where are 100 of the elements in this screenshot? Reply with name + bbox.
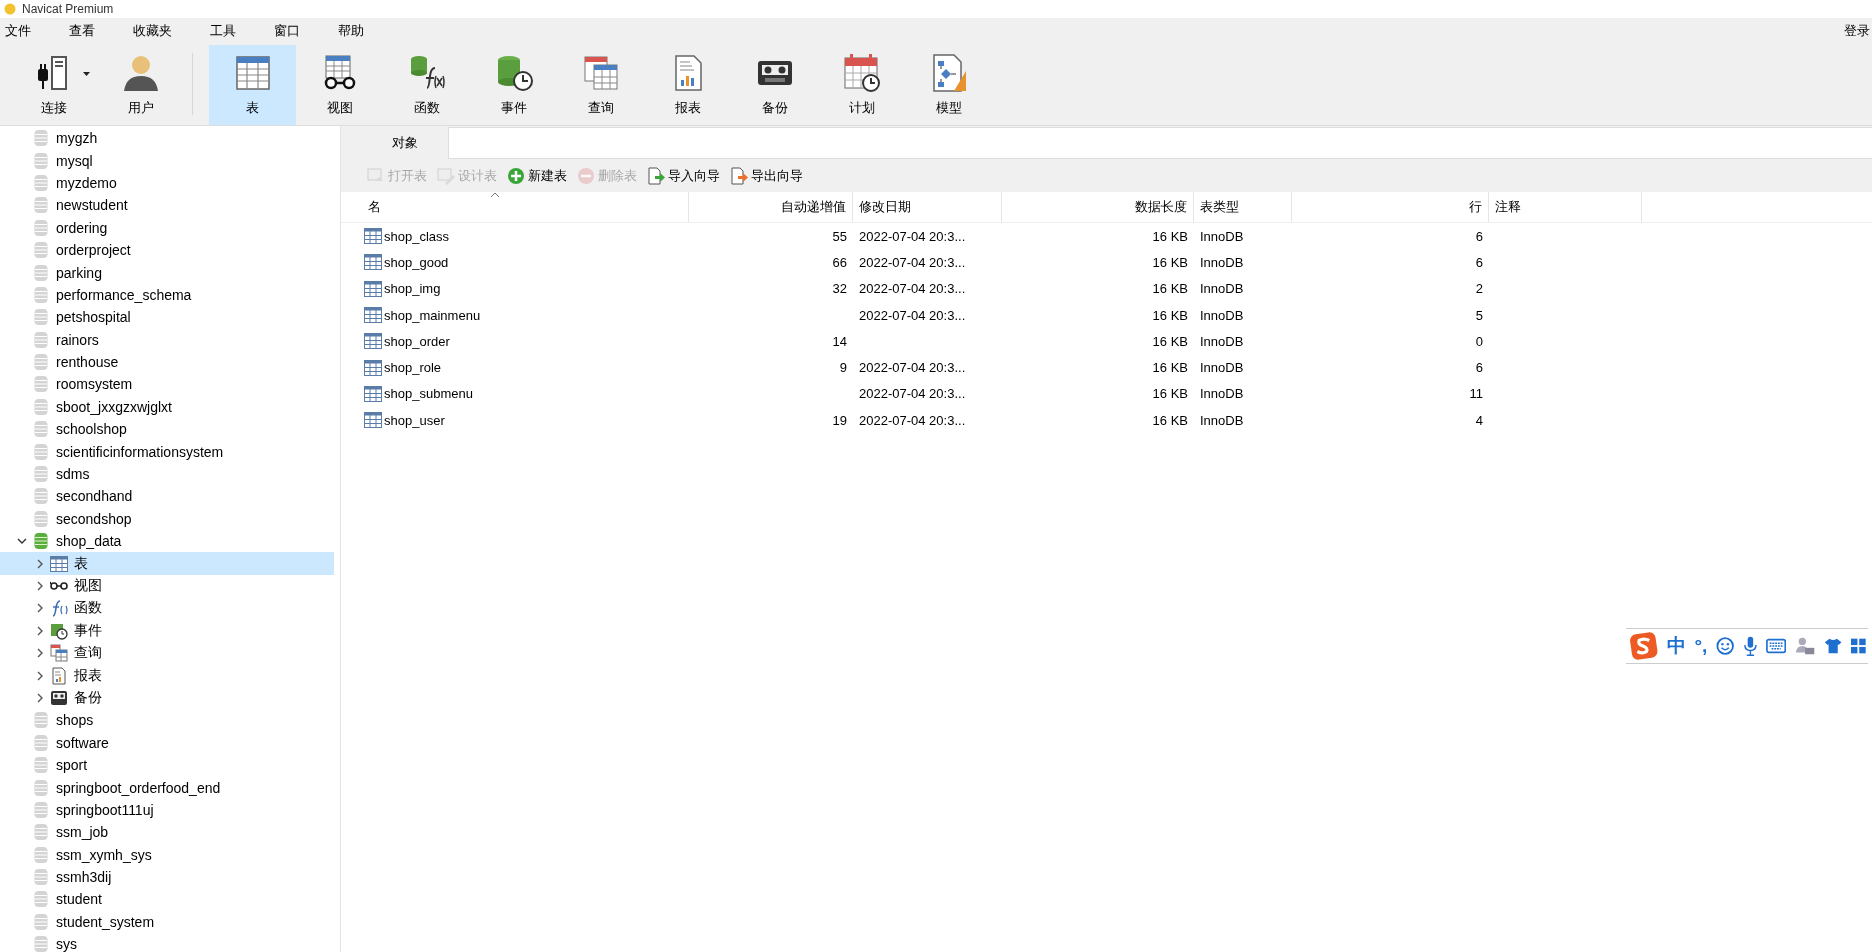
- tree-item[interactable]: 视图: [74, 577, 102, 595]
- toolbar-button[interactable]: 模型: [905, 45, 992, 125]
- tree-item[interactable]: mygzh: [56, 130, 98, 147]
- table-cell: 11: [1469, 386, 1483, 402]
- selected-row-highlight[interactable]: 表: [0, 552, 334, 575]
- tree-item[interactable]: 表: [74, 554, 88, 573]
- toolbar-button[interactable]: 用户: [97, 45, 184, 125]
- toolbar-button[interactable]: 连接: [10, 45, 97, 125]
- toolbar-button[interactable]: 新建表: [505, 164, 569, 187]
- toolbar-button[interactable]: 报表: [644, 45, 731, 125]
- ime-logo-icon[interactable]: [1630, 631, 1658, 661]
- table-name[interactable]: shop_class: [384, 228, 450, 244]
- toolbar-button[interactable]: 导入向导: [645, 164, 722, 187]
- tree-item[interactable]: 查询: [74, 644, 102, 663]
- tree-item[interactable]: springboot111uj: [56, 801, 154, 818]
- table-name[interactable]: shop_user: [384, 412, 445, 428]
- tree-item[interactable]: petshospital: [56, 309, 131, 326]
- tree-item[interactable]: ssmh3dij: [56, 869, 112, 886]
- tree-item[interactable]: myzdemo: [56, 174, 117, 191]
- shirt-icon[interactable]: [1823, 637, 1843, 655]
- tree-item[interactable]: 报表: [74, 666, 102, 685]
- menu-item[interactable]: 帮助: [333, 21, 369, 40]
- tree-item[interactable]: renthouse: [56, 354, 119, 371]
- add-icon: [507, 166, 525, 185]
- chevron-right-icon[interactable]: [35, 669, 45, 682]
- punctuation-toggle[interactable]: °,: [1694, 635, 1708, 657]
- table-name[interactable]: shop_role: [384, 360, 442, 376]
- column-header[interactable]: 名: [362, 192, 689, 222]
- tree-item[interactable]: student: [56, 891, 102, 908]
- menu-item[interactable]: 文件: [0, 21, 36, 40]
- tree-item[interactable]: performance_schema: [56, 286, 192, 303]
- tree-item[interactable]: schoolshop: [56, 421, 127, 438]
- toolbar-button[interactable]: 计划: [818, 45, 905, 125]
- column-header[interactable]: 表类型: [1194, 192, 1292, 222]
- tree-item[interactable]: parking: [56, 264, 102, 281]
- keyboard-icon[interactable]: [1765, 638, 1786, 654]
- input-mode-toggle[interactable]: 中: [1666, 633, 1686, 659]
- database-icon: [34, 129, 48, 148]
- chevron-right-icon[interactable]: [35, 580, 45, 592]
- toolbar-button[interactable]: 表: [209, 45, 296, 125]
- tree-item[interactable]: sport: [56, 757, 88, 774]
- table-name[interactable]: shop_submenu: [384, 386, 473, 402]
- user-badge-icon[interactable]: [1794, 636, 1815, 656]
- tree-item[interactable]: mysql: [56, 152, 93, 169]
- column-header[interactable]: 数据长度: [1002, 192, 1194, 222]
- tree-item[interactable]: 备份: [74, 688, 102, 707]
- column-header[interactable]: 修改日期: [853, 192, 1002, 222]
- emoji-icon[interactable]: [1716, 636, 1735, 656]
- tree-item[interactable]: student_system: [56, 913, 155, 930]
- tree-item[interactable]: secondshop: [56, 510, 132, 527]
- tree-item[interactable]: ssm_xymh_sys: [56, 846, 152, 863]
- tree-item[interactable]: newstudent: [56, 197, 128, 214]
- menu-item[interactable]: 收藏夹: [128, 21, 177, 40]
- table-name[interactable]: shop_order: [384, 333, 450, 349]
- tree-item[interactable]: shops: [56, 712, 94, 729]
- toolbar-button[interactable]: 备份: [731, 45, 818, 125]
- toolbar-button[interactable]: 导出向导: [728, 164, 805, 187]
- tree-item[interactable]: scientificinformationsystem: [56, 443, 224, 460]
- chevron-right-icon[interactable]: [35, 624, 45, 637]
- tree-item[interactable]: springboot_orderfood_end: [56, 779, 221, 796]
- table-name[interactable]: shop_mainmenu: [384, 307, 481, 323]
- toolbar-button[interactable]: 查询: [557, 45, 644, 125]
- toolbar-button[interactable]: 函数: [383, 45, 470, 125]
- column-header[interactable]: 自动递增值: [689, 192, 853, 222]
- toolbar-button[interactable]: 事件: [470, 45, 557, 125]
- menu-item[interactable]: 窗口: [269, 21, 305, 40]
- tree-item[interactable]: ordering: [56, 219, 108, 236]
- chevron-right-icon[interactable]: [35, 647, 45, 660]
- tree-item[interactable]: sdms: [56, 466, 90, 483]
- tree-item[interactable]: ssm_job: [56, 824, 109, 841]
- tree-item[interactable]: 函数: [74, 599, 102, 618]
- database-icon: [34, 375, 48, 394]
- chevron-right-icon[interactable]: [35, 557, 45, 570]
- column-header[interactable]: 行: [1292, 192, 1489, 222]
- table-cell: 16 KB: [1152, 281, 1188, 297]
- tree-item[interactable]: 事件: [74, 621, 102, 640]
- tree-item[interactable]: sboot_jxxgzxwjglxt: [56, 398, 172, 415]
- toolbar-button[interactable]: 视图: [296, 45, 383, 125]
- tree-item[interactable]: orderproject: [56, 242, 131, 259]
- tree-item[interactable]: secondhand: [56, 488, 133, 505]
- grid-icon[interactable]: [1851, 638, 1866, 654]
- tree-item[interactable]: shop_data: [56, 533, 122, 550]
- column-header[interactable]: 注释: [1489, 192, 1642, 222]
- remove-icon: [577, 166, 595, 185]
- sort-ascending-icon: [490, 192, 500, 198]
- microphone-icon[interactable]: [1743, 635, 1757, 657]
- tree-item[interactable]: software: [56, 734, 109, 751]
- dropdown-caret-icon[interactable]: [83, 72, 90, 76]
- tree-item[interactable]: sys: [56, 936, 77, 952]
- table-name[interactable]: shop_good: [384, 254, 449, 270]
- menu-item[interactable]: 查看: [64, 21, 100, 40]
- menu-item[interactable]: 工具: [205, 21, 241, 40]
- chevron-right-icon[interactable]: [35, 691, 45, 704]
- chevron-right-icon[interactable]: [35, 602, 45, 615]
- table-cell: 66: [832, 254, 847, 270]
- login-link[interactable]: 登录: [1844, 21, 1872, 40]
- tree-item[interactable]: roomsystem: [56, 376, 133, 393]
- table-name[interactable]: shop_img: [384, 281, 441, 297]
- database-icon: [34, 397, 48, 416]
- tree-item[interactable]: rainors: [56, 331, 99, 348]
